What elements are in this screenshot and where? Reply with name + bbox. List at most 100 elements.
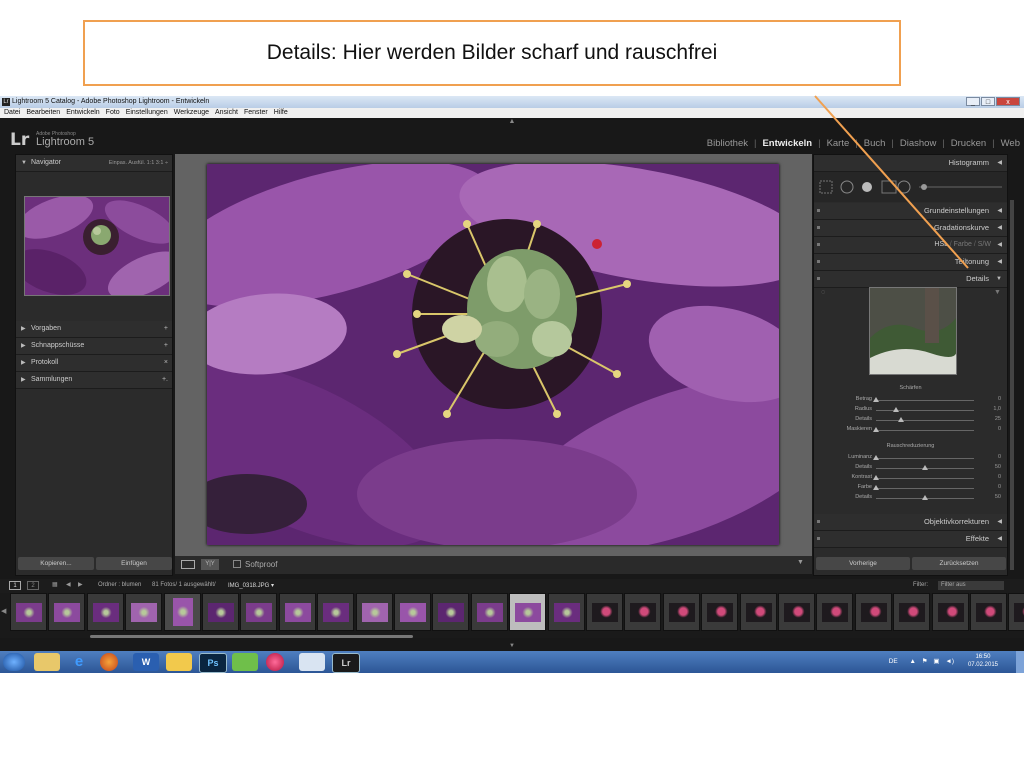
presets-header[interactable]: ▶ Vorgaben + <box>16 321 172 338</box>
filmstrip-thumbnail[interactable] <box>931 593 969 631</box>
menu-werkzeuge[interactable]: Werkzeuge <box>174 108 209 118</box>
firefox-icon[interactable] <box>100 653 118 671</box>
slider-thumb[interactable] <box>873 427 879 432</box>
filmstrip-thumbnail[interactable] <box>970 593 1007 631</box>
filmstrip-thumbnail[interactable] <box>278 593 316 631</box>
filmstrip-thumbnail[interactable] <box>624 593 662 631</box>
filmstrip-scrollbar[interactable] <box>90 635 413 638</box>
paste-settings-button[interactable]: Einfügen <box>96 557 172 570</box>
filmstrip-thumbnail[interactable] <box>701 593 739 631</box>
filmstrip-thumbnail[interactable] <box>86 593 124 631</box>
previous-button[interactable]: Vorherige <box>816 557 910 570</box>
slider-value[interactable]: 1,0 <box>993 406 1001 412</box>
network-icon[interactable]: ▣ <box>933 658 939 665</box>
slider-value[interactable]: 0 <box>998 426 1001 432</box>
language-indicator[interactable]: DE <box>889 658 898 665</box>
filmstrip-thumbnail[interactable] <box>432 593 470 631</box>
details-header[interactable]: Details ▼ <box>814 271 1007 288</box>
snapshots-header[interactable]: ▶ Schnappschüsse + <box>16 338 172 355</box>
filmstrip-thumbnail[interactable] <box>662 593 700 631</box>
navigator-header[interactable]: ▼ Navigator Einpas. Ausfül. 1:1 3:1 ÷ <box>16 155 172 172</box>
toolbar-menu-icon[interactable]: ▼ <box>797 559 804 566</box>
menu-entwickeln[interactable]: Entwickeln <box>66 108 99 118</box>
right-panel-scrollbar[interactable] <box>1010 200 1014 570</box>
filmstrip-thumbnail[interactable] <box>240 593 278 631</box>
add-collection-icon[interactable]: +. <box>162 372 168 388</box>
tone-curve-header[interactable]: Gradationskurve ◀ <box>814 220 1007 237</box>
reset-button[interactable]: Zurücksetzen <box>912 557 1006 570</box>
histogram-header[interactable]: Histogramm ◀ <box>814 155 1007 172</box>
filmstrip-thumbnail[interactable] <box>48 593 86 631</box>
tab-sw[interactable]: S/W <box>978 241 991 248</box>
menu-ansicht[interactable]: Ansicht <box>215 108 238 118</box>
show-desktop-button[interactable] <box>1016 651 1024 673</box>
slider-track[interactable] <box>876 478 974 479</box>
slider-thumb[interactable] <box>873 455 879 460</box>
slider-value[interactable]: 25 <box>995 416 1001 422</box>
filmstrip-thumbnail[interactable] <box>816 593 854 631</box>
close-button[interactable]: x <box>996 97 1020 106</box>
panel-switch-icon[interactable] <box>817 226 820 229</box>
module-drucken[interactable]: Drucken <box>951 138 986 149</box>
menu-hilfe[interactable]: Hilfe <box>274 108 288 118</box>
filmstrip-thumbnail[interactable] <box>893 593 931 631</box>
history-header[interactable]: ▶ Protokoll × <box>16 355 172 372</box>
mail-icon[interactable] <box>166 653 192 671</box>
effects-header[interactable]: Effekte ◀ <box>814 531 1007 548</box>
slider-thumb[interactable] <box>922 495 928 500</box>
slider-value[interactable]: 0 <box>998 474 1001 480</box>
photoshop-icon[interactable]: Ps <box>199 653 227 673</box>
basic-header[interactable]: Grundeinstellungen ◀ <box>814 203 1007 220</box>
panel-switch-icon[interactable] <box>817 209 820 212</box>
bottom-panel-toggle-icon[interactable]: ▼ <box>505 643 519 650</box>
menu-datei[interactable]: Datei <box>4 108 20 118</box>
filmstrip-thumbnail[interactable] <box>355 593 393 631</box>
slider-track[interactable] <box>876 430 974 431</box>
clock[interactable]: 16:50 07.02.2015 <box>968 653 998 669</box>
module-karte[interactable]: Karte <box>827 138 850 149</box>
panel-switch-icon[interactable] <box>817 520 820 523</box>
filmstrip-thumbnail[interactable] <box>586 593 623 631</box>
filmstrip-thumbnail[interactable] <box>125 593 163 631</box>
flag-icon[interactable]: ⚑ <box>922 658 928 665</box>
slider-value[interactable]: 50 <box>995 464 1001 470</box>
main-photo[interactable] <box>207 164 779 545</box>
split-toning-header[interactable]: Teiltonung ◀ <box>814 254 1007 271</box>
panel-switch-icon[interactable] <box>817 243 820 246</box>
filmstrip-thumbnail[interactable] <box>317 593 355 631</box>
module-bibliothek[interactable]: Bibliothek <box>707 138 748 149</box>
lens-corrections-header[interactable]: Objektivkorrekturen ◀ <box>814 514 1007 531</box>
collections-header[interactable]: ▶ Sammlungen +. <box>16 372 172 389</box>
slider-track[interactable] <box>876 410 974 411</box>
lightroom-taskbar-icon[interactable]: Lr <box>332 653 360 673</box>
softproof-checkbox[interactable] <box>233 560 241 568</box>
target-icon[interactable]: ◌ <box>821 289 825 296</box>
forward-arrow-icon[interactable]: ▶ <box>78 581 83 588</box>
menu-fenster[interactable]: Fenster <box>244 108 268 118</box>
navigator-preview[interactable] <box>24 196 170 296</box>
add-preset-icon[interactable]: + <box>164 321 168 337</box>
slider-track[interactable] <box>876 488 974 489</box>
back-arrow-icon[interactable]: ◀ <box>66 581 71 588</box>
itunes-icon[interactable] <box>266 653 284 671</box>
menu-einstellungen[interactable]: Einstellungen <box>126 108 168 118</box>
powerpoint-icon[interactable] <box>299 653 325 671</box>
top-panel-toggle-icon[interactable]: ▲ <box>505 118 519 126</box>
filmstrip-thumbnail[interactable] <box>778 593 815 631</box>
filmstrip-thumbnail[interactable] <box>854 593 892 631</box>
menu-bearbeiten[interactable]: Bearbeiten <box>26 108 60 118</box>
navigator-zoom-options[interactable]: Einpas. Ausfül. 1:1 3:1 ÷ <box>109 155 168 171</box>
word-icon[interactable]: W <box>133 653 159 671</box>
main-window-button[interactable]: 1 <box>9 581 21 590</box>
tray-arrow-icon[interactable]: ▲ <box>910 658 916 665</box>
panel-switch-icon[interactable] <box>817 277 820 280</box>
filmstrip-thumbnail[interactable] <box>547 593 585 631</box>
slider-track[interactable] <box>876 420 974 421</box>
slider-value[interactable]: 50 <box>995 494 1001 500</box>
start-button[interactable] <box>3 653 25 671</box>
slider-thumb[interactable] <box>873 485 879 490</box>
minimize-button[interactable]: _ <box>966 97 980 106</box>
volume-icon[interactable]: ◄) <box>945 658 954 665</box>
slider-track[interactable] <box>876 458 974 459</box>
filmstrip-thumbnail[interactable] <box>1008 593 1024 631</box>
